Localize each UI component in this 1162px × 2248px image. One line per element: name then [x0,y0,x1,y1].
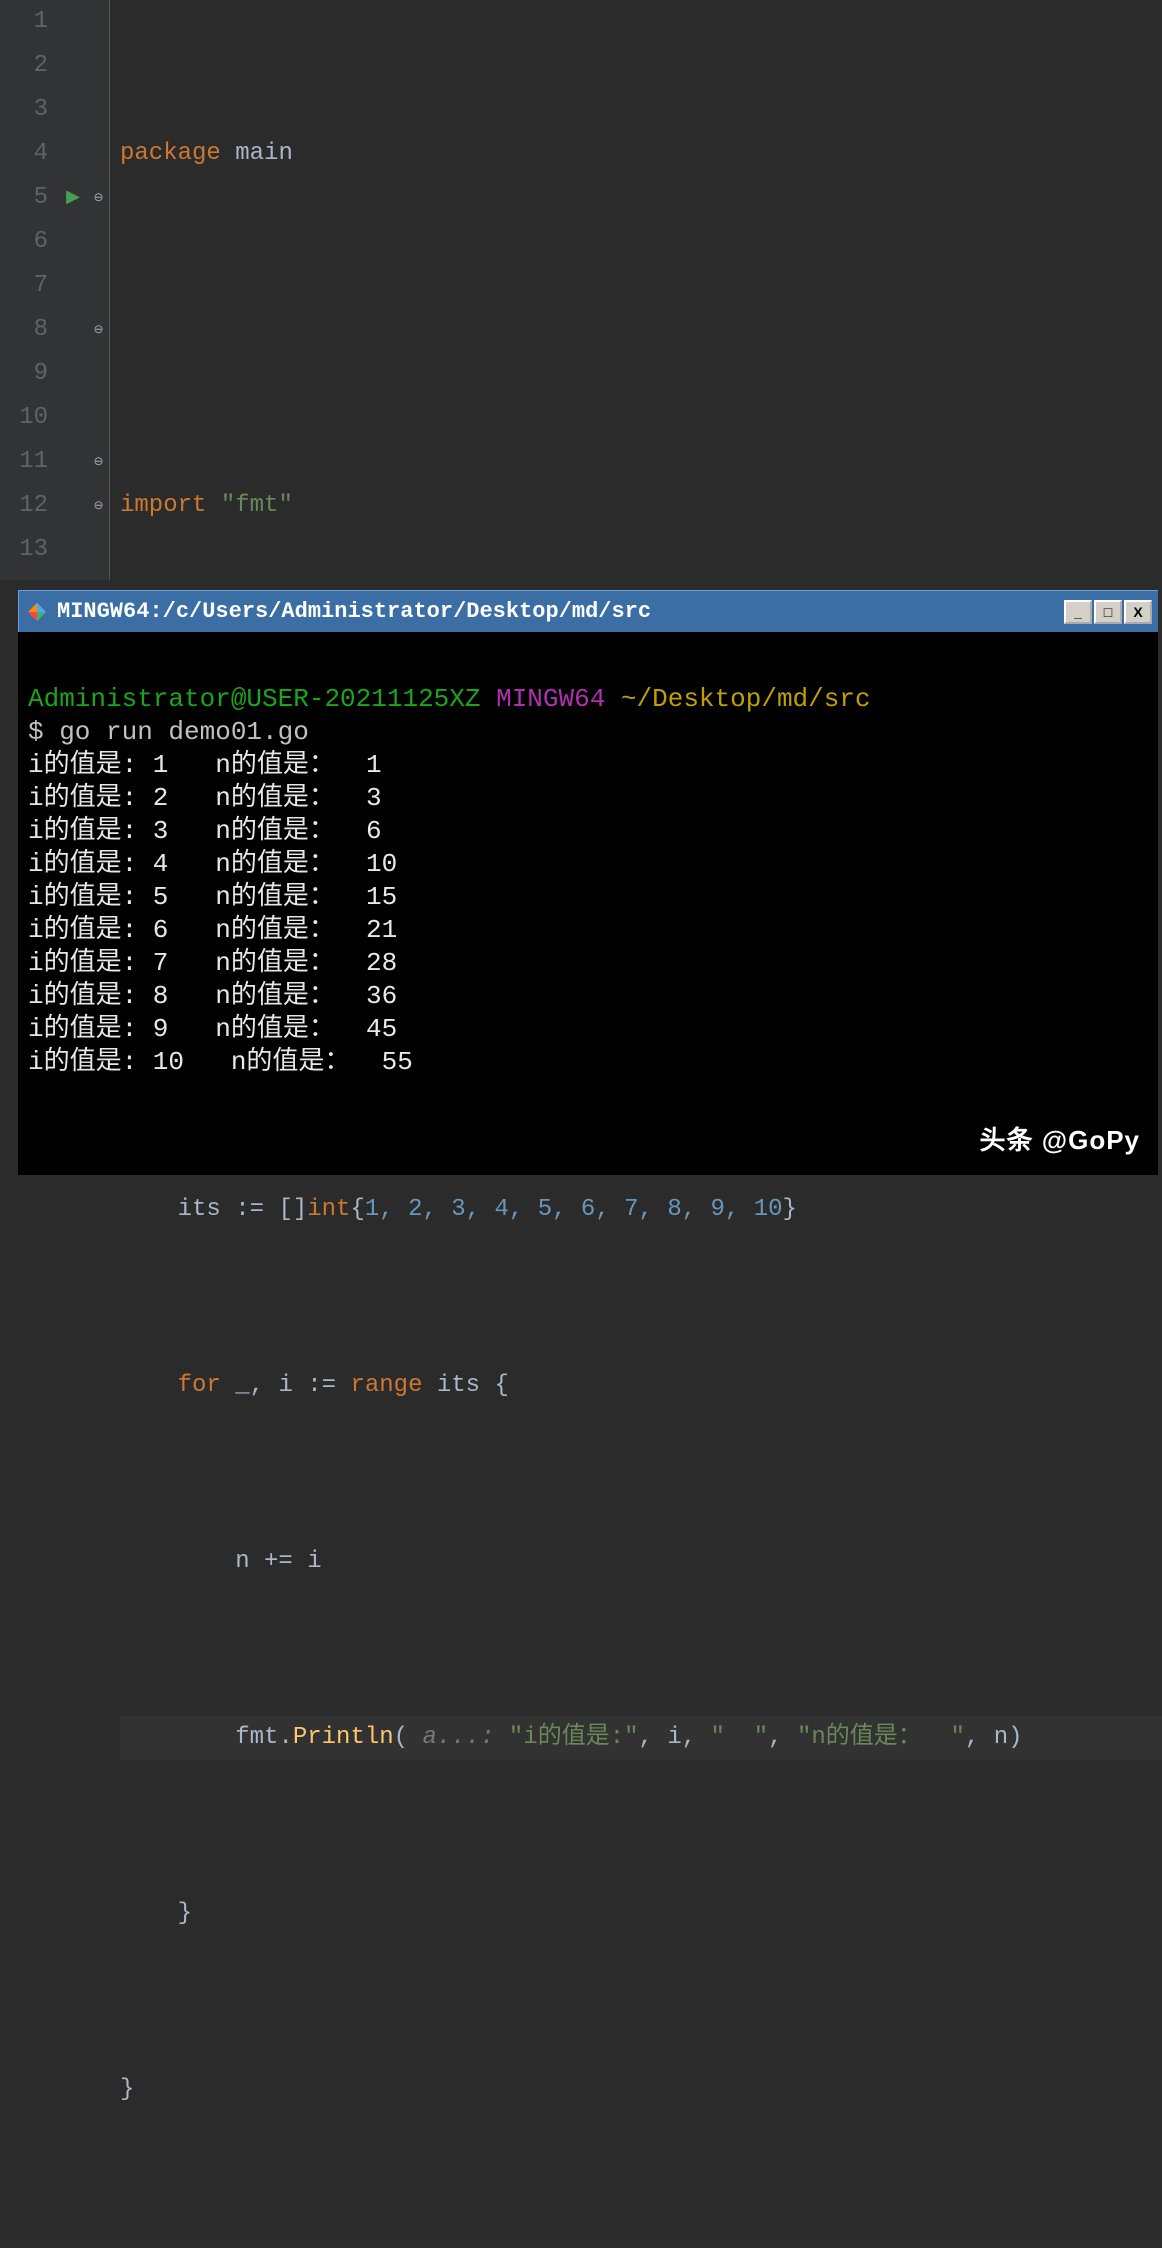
line-number: 4 [0,132,48,176]
maximize-button[interactable]: □ [1094,600,1122,624]
line-number: 12 [0,484,48,528]
line-number-gutter: 1 2 3 4 5 6 7 8 9 10 11 12 13 [0,0,58,580]
fold-toggle[interactable]: ⊖ [88,176,109,220]
fold-toggle[interactable]: ⊖ [88,484,109,528]
terminal-output-line: i的值是: 1 n的值是： 1 [28,750,382,780]
fold-gutter: ⊖ ⊖ ⊖ ⊖ [88,0,110,580]
terminal-title: MINGW64:/c/Users/Administrator/Desktop/m… [57,599,651,624]
run-gutter: ▶ [58,0,88,580]
code-line[interactable]: } [120,1892,1162,1936]
terminal-output-line: i的值是: 9 n的值是： 45 [28,1014,397,1044]
line-number: 7 [0,264,48,308]
terminal-output-line: i的值是: 4 n的值是： 10 [28,849,397,879]
line-number: 1 [0,0,48,44]
line-number: 10 [0,396,48,440]
terminal-output-line: i的值是: 3 n的值是： 6 [28,816,382,846]
code-line[interactable]: package main [120,132,1162,176]
line-number: 5 [0,176,48,220]
terminal-icon [25,600,49,624]
close-button[interactable]: X [1124,600,1152,624]
line-number: 8 [0,308,48,352]
code-line[interactable]: for _, i := range its { [120,1364,1162,1408]
line-number: 3 [0,88,48,132]
fold-toggle[interactable]: ⊖ [88,308,109,352]
terminal-output-line: i的值是: 10 n的值是： 55 [28,1047,413,1077]
terminal-output-line: i的值是: 5 n的值是： 15 [28,882,397,912]
fold-toggle[interactable]: ⊖ [88,440,109,484]
minimize-button[interactable]: _ [1064,600,1092,624]
terminal-titlebar[interactable]: MINGW64:/c/Users/Administrator/Desktop/m… [18,590,1158,632]
prompt-user: Administrator@USER-20211125XZ [28,684,480,714]
code-line[interactable]: fmt.Println( a...: "i的值是:", i, " ", "n的值… [120,1716,1162,1760]
line-number: 9 [0,352,48,396]
line-number: 6 [0,220,48,264]
line-number: 2 [0,44,48,88]
run-icon[interactable]: ▶ [58,176,88,220]
code-line[interactable]: n += i [120,1540,1162,1584]
code-line[interactable] [120,308,1162,352]
code-area[interactable]: package main import "fmt" func main() { … [110,0,1162,580]
code-line[interactable]: import "fmt" [120,484,1162,528]
terminal-output-line: i的值是: 8 n的值是： 36 [28,981,397,1011]
terminal-output-line: i的值是: 7 n的值是： 28 [28,948,397,978]
terminal-command: $ go run demo01.go [28,717,309,747]
terminal-output-line: i的值是: 2 n的值是： 3 [28,783,382,813]
watermark: 头条 @GoPy [980,1124,1140,1157]
code-editor[interactable]: 1 2 3 4 5 6 7 8 9 10 11 12 13 ▶ ⊖ ⊖ ⊖ ⊖ … [0,0,1162,580]
terminal-window: MINGW64:/c/Users/Administrator/Desktop/m… [18,590,1158,1175]
prompt-path: ~/Desktop/md/src [621,684,871,714]
prompt-env: MINGW64 [496,684,605,714]
code-line[interactable] [120,2244,1162,2248]
terminal-body[interactable]: Administrator@USER-20211125XZ MINGW64 ~/… [18,632,1158,1175]
terminal-output-line: i的值是: 6 n的值是： 21 [28,915,397,945]
code-line[interactable]: } [120,2068,1162,2112]
code-line[interactable]: its := []int{1, 2, 3, 4, 5, 6, 7, 8, 9, … [120,1188,1162,1232]
line-number: 13 [0,528,48,572]
line-number: 11 [0,440,48,484]
